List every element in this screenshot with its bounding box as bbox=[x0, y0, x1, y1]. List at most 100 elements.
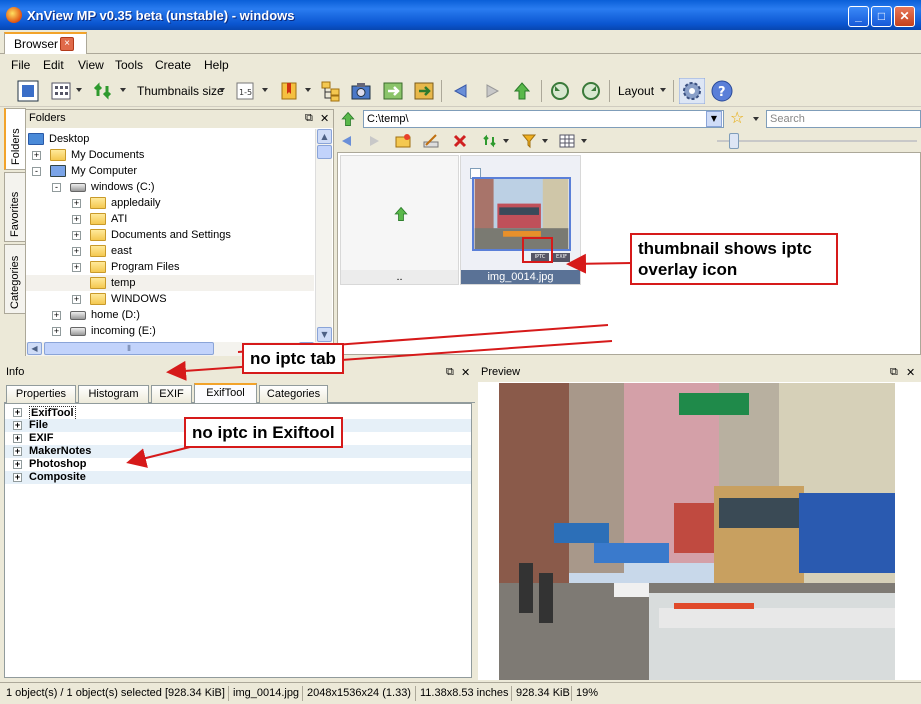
tree-item[interactable]: + home (D:) bbox=[26, 307, 314, 323]
undock-icon[interactable]: ⧉ bbox=[305, 112, 313, 125]
tree-item[interactable]: + appledaily bbox=[26, 195, 314, 211]
tab-properties[interactable]: Properties bbox=[6, 385, 76, 404]
menu-view[interactable]: View bbox=[78, 58, 104, 72]
zoom-slider-handle[interactable] bbox=[729, 133, 739, 149]
side-tab-favorites[interactable]: Favorites bbox=[4, 172, 26, 242]
undock-icon[interactable]: ⧉ bbox=[890, 366, 898, 379]
close-pane-icon[interactable]: ✕ bbox=[906, 366, 915, 379]
back-arrow-icon[interactable] bbox=[450, 80, 472, 102]
tree-item[interactable]: + My Documents bbox=[26, 147, 314, 163]
tree-item[interactable]: + ATI bbox=[26, 211, 314, 227]
filter-dropdown-icon[interactable] bbox=[262, 88, 268, 92]
close-tab-icon[interactable]: × bbox=[60, 37, 74, 51]
tree-item[interactable]: + incoming (E:) bbox=[26, 323, 314, 339]
rotate-right-icon[interactable] bbox=[580, 80, 602, 102]
delete-icon[interactable] bbox=[452, 133, 468, 149]
tree-item[interactable]: + east bbox=[26, 243, 314, 259]
scroll-up-icon[interactable]: ▲ bbox=[317, 129, 332, 144]
layout-dropdown-icon[interactable] bbox=[660, 88, 666, 92]
view-grid-icon[interactable] bbox=[559, 133, 575, 149]
expand-icon[interactable]: + bbox=[72, 295, 81, 304]
menu-edit[interactable]: Edit bbox=[43, 58, 64, 72]
filter-icon[interactable]: 1-5 bbox=[234, 80, 256, 102]
scroll-thumb[interactable] bbox=[317, 145, 332, 159]
undock-icon[interactable]: ⧉ bbox=[446, 366, 454, 379]
expand-icon[interactable]: + bbox=[72, 263, 81, 272]
maximize-button[interactable]: □ bbox=[871, 6, 892, 27]
side-tab-folders[interactable]: Folders bbox=[4, 108, 26, 170]
thumbnail-parent-folder[interactable]: .. bbox=[340, 155, 459, 285]
menu-help[interactable]: Help bbox=[204, 58, 229, 72]
camera-icon[interactable] bbox=[350, 80, 372, 102]
menu-create[interactable]: Create bbox=[155, 58, 191, 72]
bookmark-icon[interactable] bbox=[278, 80, 300, 102]
side-tab-categories[interactable]: Categories bbox=[4, 244, 26, 314]
folder-tree-icon[interactable] bbox=[320, 80, 342, 102]
hscroll-thumb[interactable]: ⦀ bbox=[44, 342, 214, 355]
fullscreen-icon[interactable] bbox=[17, 80, 39, 102]
favorite-dropdown-icon[interactable] bbox=[753, 117, 759, 121]
address-field[interactable]: C:\temp\ bbox=[363, 110, 724, 128]
tab-histogram[interactable]: Histogram bbox=[78, 385, 149, 404]
sort-dropdown-icon[interactable] bbox=[503, 139, 509, 143]
expand-icon[interactable]: + bbox=[32, 151, 41, 160]
view-mode-icon[interactable] bbox=[50, 80, 72, 102]
forward-arrow-icon[interactable] bbox=[366, 133, 382, 149]
layout-button[interactable]: Layout bbox=[618, 84, 654, 98]
tree-item[interactable]: + Documents and Settings bbox=[26, 227, 314, 243]
thumbnails-size-button[interactable]: Thumbnails size bbox=[137, 84, 224, 98]
forward-arrow-icon[interactable] bbox=[481, 80, 503, 102]
bookmark-dropdown-icon[interactable] bbox=[305, 88, 311, 92]
filter-funnel-icon[interactable] bbox=[521, 133, 537, 149]
tree-item[interactable]: Desktop bbox=[26, 131, 314, 147]
up-folder-icon[interactable] bbox=[511, 80, 533, 102]
scroll-down-icon[interactable]: ▼ bbox=[317, 327, 332, 342]
view-grid-dropdown-icon[interactable] bbox=[581, 139, 587, 143]
expand-icon[interactable]: + bbox=[72, 247, 81, 256]
tree-item[interactable]: + WINDOWS bbox=[26, 291, 314, 307]
expand-icon[interactable]: + bbox=[52, 327, 61, 336]
rename-icon[interactable] bbox=[423, 133, 439, 149]
expand-icon[interactable]: - bbox=[32, 167, 41, 176]
search-input[interactable]: Search bbox=[766, 110, 921, 128]
tree-item[interactable]: temp bbox=[26, 275, 314, 291]
minimize-button[interactable]: _ bbox=[848, 6, 869, 27]
convert-icon[interactable] bbox=[413, 80, 435, 102]
export-icon[interactable] bbox=[382, 80, 404, 102]
sort-icon[interactable] bbox=[92, 80, 114, 102]
close-pane-icon[interactable]: ✕ bbox=[461, 366, 470, 379]
tree-item[interactable]: - My Computer bbox=[26, 163, 314, 179]
tab-exif[interactable]: EXIF bbox=[151, 385, 192, 404]
thumbnail-image[interactable]: IPTC EXIF img_0014.jpg bbox=[460, 155, 581, 285]
filter-dropdown-icon[interactable] bbox=[542, 139, 548, 143]
menu-file[interactable]: File bbox=[11, 58, 30, 72]
tree-item[interactable]: - windows (C:) bbox=[26, 179, 314, 195]
thumbnails-size-dropdown-icon[interactable] bbox=[219, 88, 225, 92]
tab-categories[interactable]: Categories bbox=[259, 385, 328, 404]
expand-icon[interactable]: + bbox=[72, 215, 81, 224]
list-item[interactable]: + Photoshop bbox=[5, 458, 471, 471]
view-mode-dropdown-icon[interactable] bbox=[76, 88, 82, 92]
expand-icon[interactable]: - bbox=[52, 183, 61, 192]
expand-icon[interactable]: + bbox=[72, 231, 81, 240]
sort-dropdown-icon[interactable] bbox=[120, 88, 126, 92]
title-bar[interactable]: XnView MP v0.35 beta (unstable) - window… bbox=[0, 0, 921, 30]
help-icon[interactable]: ? bbox=[711, 80, 733, 102]
zoom-slider-track[interactable] bbox=[717, 140, 917, 142]
new-folder-icon[interactable] bbox=[395, 133, 411, 149]
rotate-left-icon[interactable] bbox=[549, 80, 571, 102]
close-button[interactable]: ✕ bbox=[894, 6, 915, 27]
menu-tools[interactable]: Tools bbox=[115, 58, 143, 72]
back-arrow-icon[interactable] bbox=[339, 133, 355, 149]
folder-tree-scrollbar[interactable]: ▲ ▼ bbox=[315, 129, 332, 344]
list-item[interactable]: + Composite bbox=[5, 471, 471, 484]
scroll-left-icon[interactable]: ◀ bbox=[27, 342, 42, 355]
tab-exiftool[interactable]: ExifTool bbox=[194, 383, 257, 404]
settings-gear-icon[interactable] bbox=[679, 78, 705, 104]
tab-browser[interactable]: Browser × bbox=[4, 32, 87, 54]
close-pane-icon[interactable]: ✕ bbox=[320, 112, 329, 125]
tree-item[interactable]: + Program Files bbox=[26, 259, 314, 275]
favorite-star-icon[interactable]: ☆ bbox=[730, 108, 744, 127]
address-dropdown-icon[interactable]: ▼ bbox=[706, 111, 722, 127]
expand-icon[interactable]: + bbox=[52, 311, 61, 320]
